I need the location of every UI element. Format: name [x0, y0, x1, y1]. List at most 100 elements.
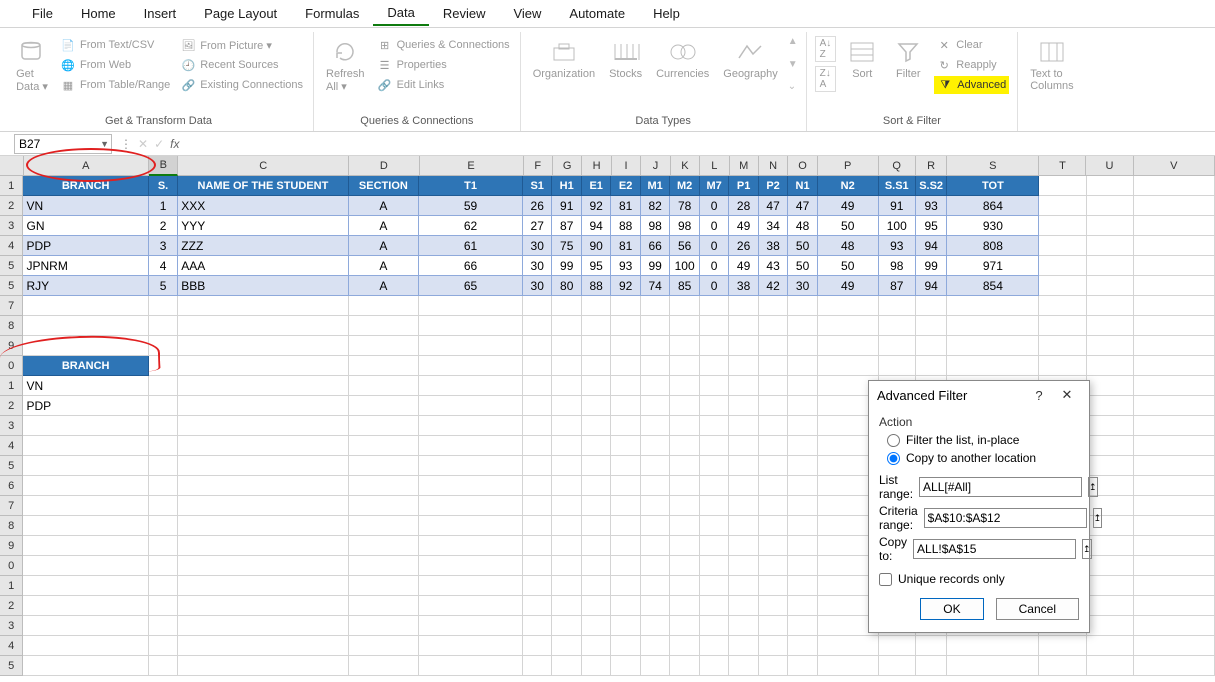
cell[interactable]: [611, 356, 640, 376]
cell[interactable]: [729, 356, 758, 376]
cell[interactable]: [178, 496, 348, 516]
cell[interactable]: 971: [947, 256, 1039, 276]
cell[interactable]: [670, 616, 699, 636]
cell[interactable]: [1039, 656, 1086, 676]
rowhdr[interactable]: 3: [0, 416, 23, 436]
cell[interactable]: [788, 396, 817, 416]
colhdr-U[interactable]: U: [1086, 156, 1133, 176]
cell[interactable]: [916, 336, 947, 356]
collapse-icon[interactable]: ↥: [1082, 539, 1092, 559]
cell[interactable]: M1: [641, 176, 670, 196]
cell[interactable]: E2: [611, 176, 640, 196]
cell[interactable]: 85: [670, 276, 699, 296]
cell[interactable]: [641, 476, 670, 496]
cell[interactable]: [582, 576, 611, 596]
cell[interactable]: [788, 516, 817, 536]
cell[interactable]: [1087, 196, 1134, 216]
cell[interactable]: [1039, 636, 1086, 656]
cell[interactable]: [611, 296, 640, 316]
cell[interactable]: [178, 636, 348, 656]
cell[interactable]: [759, 516, 788, 536]
cell[interactable]: [641, 596, 670, 616]
geography-button[interactable]: Geography: [719, 36, 781, 82]
cell[interactable]: [523, 496, 552, 516]
cell[interactable]: 90: [582, 236, 611, 256]
cell[interactable]: [1087, 216, 1134, 236]
cell[interactable]: [23, 296, 148, 316]
cell[interactable]: [641, 456, 670, 476]
cell[interactable]: [419, 576, 523, 596]
cell[interactable]: 95: [916, 216, 947, 236]
name-box[interactable]: B27 ▼: [14, 134, 112, 154]
cell[interactable]: [729, 336, 758, 356]
cell[interactable]: 30: [788, 276, 817, 296]
cell[interactable]: [1134, 236, 1215, 256]
cell[interactable]: [729, 416, 758, 436]
edit-links-button[interactable]: 🔗Edit Links: [375, 76, 512, 94]
cell[interactable]: [611, 596, 640, 616]
cell[interactable]: [582, 516, 611, 536]
cell[interactable]: 47: [759, 196, 788, 216]
cell[interactable]: [523, 576, 552, 596]
colhdr-E[interactable]: E: [420, 156, 524, 176]
rowhdr[interactable]: 5: [0, 456, 23, 476]
cell[interactable]: [1134, 276, 1215, 296]
cell[interactable]: [419, 416, 523, 436]
cell[interactable]: [178, 556, 348, 576]
cell[interactable]: [916, 296, 947, 316]
cell[interactable]: [729, 376, 758, 396]
cell[interactable]: [552, 516, 581, 536]
cell[interactable]: T1: [419, 176, 523, 196]
cell[interactable]: [879, 636, 916, 656]
cell[interactable]: [23, 436, 148, 456]
cell[interactable]: E1: [582, 176, 611, 196]
cell[interactable]: H1: [552, 176, 581, 196]
cell[interactable]: [1087, 356, 1134, 376]
cell[interactable]: [879, 356, 916, 376]
cell[interactable]: [641, 396, 670, 416]
cell[interactable]: [1039, 296, 1086, 316]
rowhdr[interactable]: 9: [0, 336, 23, 356]
cell[interactable]: [523, 536, 552, 556]
cell[interactable]: [1134, 456, 1215, 476]
cell[interactable]: [23, 556, 148, 576]
rowhdr[interactable]: 2: [0, 396, 23, 416]
cell[interactable]: [552, 536, 581, 556]
cell[interactable]: [611, 336, 640, 356]
collapse-icon[interactable]: ↥: [1093, 508, 1103, 528]
cell[interactable]: [1134, 576, 1215, 596]
cell[interactable]: [1087, 596, 1134, 616]
cell[interactable]: 93: [916, 196, 947, 216]
cell[interactable]: [611, 556, 640, 576]
cell[interactable]: [700, 536, 729, 556]
cell[interactable]: [788, 596, 817, 616]
cell[interactable]: [419, 636, 523, 656]
menu-formulas[interactable]: Formulas: [291, 2, 373, 25]
cell[interactable]: [349, 656, 420, 676]
cell[interactable]: [23, 636, 148, 656]
cell[interactable]: [1087, 236, 1134, 256]
radio-copy-location[interactable]: Copy to another location: [879, 449, 1079, 467]
reapply-button[interactable]: ↻Reapply: [934, 56, 1009, 74]
cell[interactable]: [670, 396, 699, 416]
colhdr-I[interactable]: I: [612, 156, 641, 176]
cell[interactable]: [729, 496, 758, 516]
cell[interactable]: S.S1: [879, 176, 916, 196]
existing-connections-button[interactable]: 🔗Existing Connections: [178, 76, 305, 94]
cell[interactable]: [1087, 536, 1134, 556]
cell[interactable]: 95: [582, 256, 611, 276]
cell[interactable]: [582, 476, 611, 496]
cell[interactable]: [552, 396, 581, 416]
cell[interactable]: [788, 556, 817, 576]
sort-za-button[interactable]: Z↓A: [815, 66, 837, 92]
cell[interactable]: [582, 656, 611, 676]
cell[interactable]: [149, 416, 178, 436]
cell[interactable]: [611, 616, 640, 636]
cell[interactable]: 87: [879, 276, 916, 296]
cell[interactable]: [700, 356, 729, 376]
chevron-down-icon[interactable]: ▼: [100, 139, 109, 149]
cell[interactable]: [149, 636, 178, 656]
cell[interactable]: BBB: [178, 276, 348, 296]
cell[interactable]: [23, 616, 148, 636]
cell[interactable]: [1134, 316, 1215, 336]
